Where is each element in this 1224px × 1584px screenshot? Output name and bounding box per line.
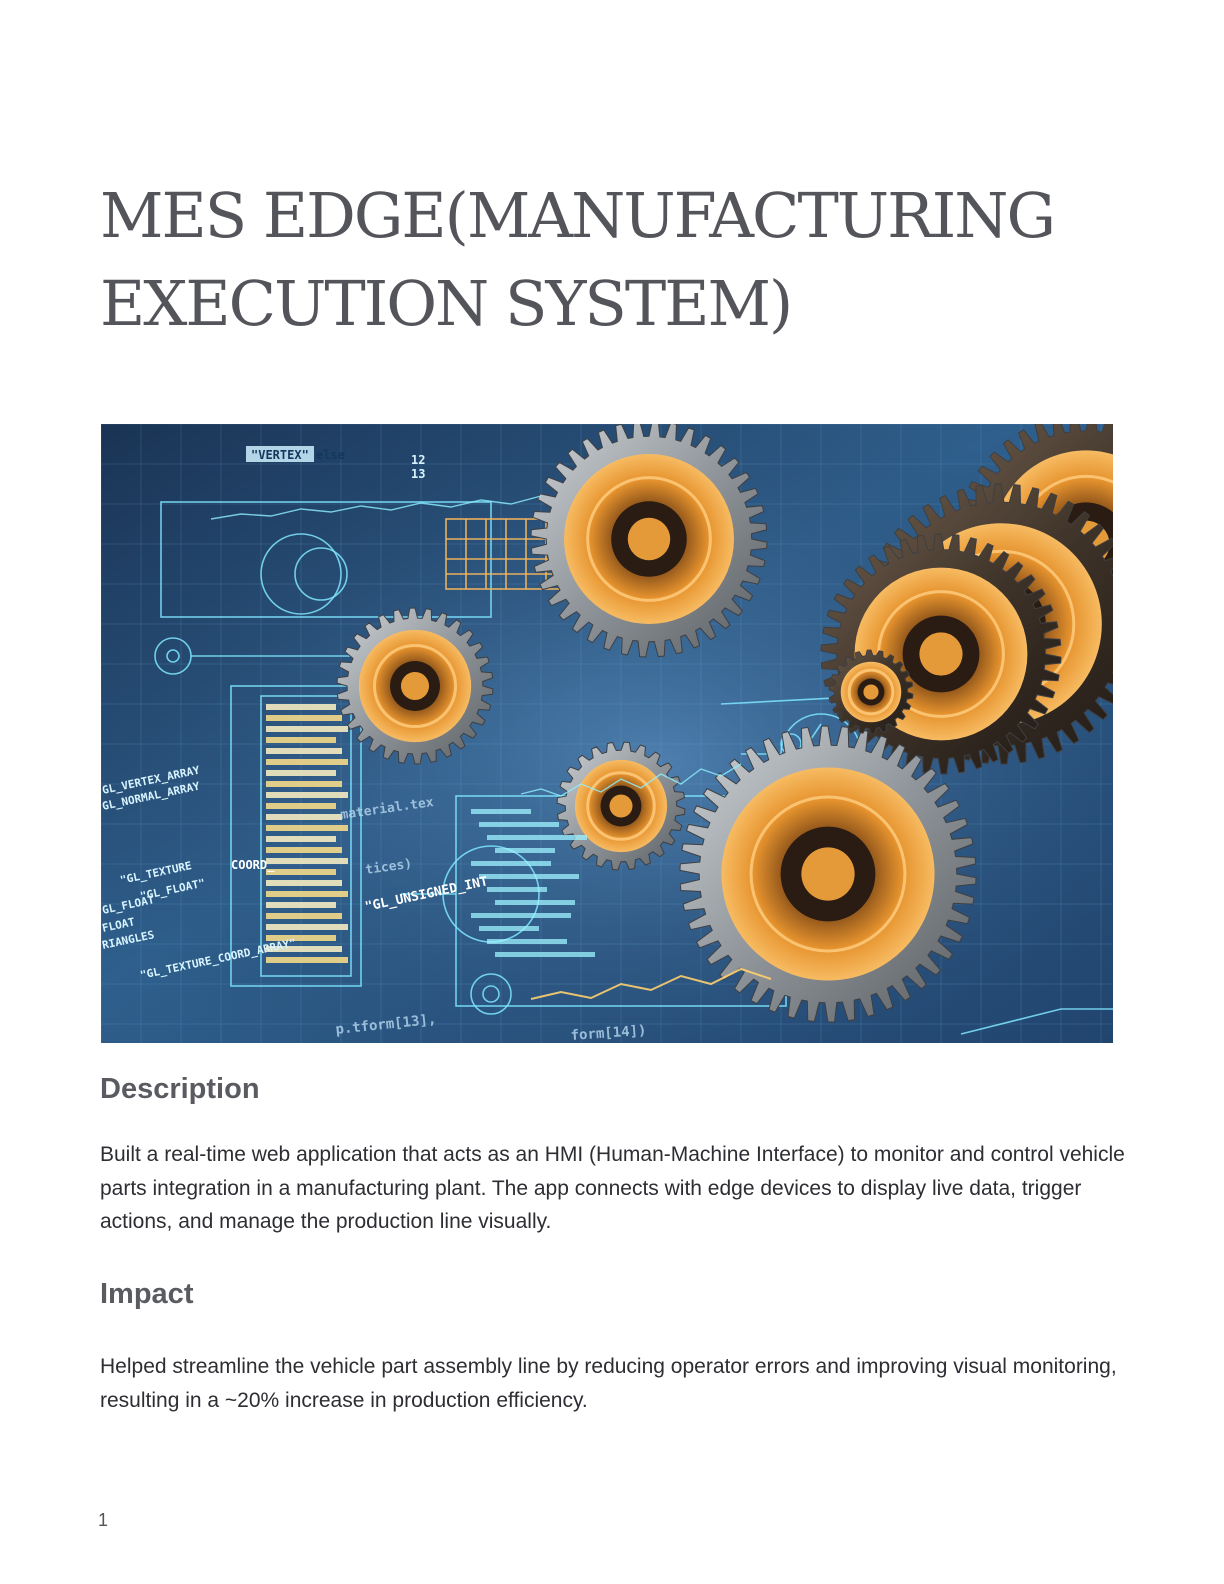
description-heading: Description	[100, 1073, 260, 1105]
hero-image: "VERTEX" else COORD_ "GL_UNSIGNED_INT GL…	[101, 424, 1113, 1043]
document-title: MES EDGE(MANUFACTURING EXECUTION SYSTEM)	[100, 179, 1056, 340]
hud-text-vertex: "VERTEX" else	[251, 448, 345, 462]
impact-heading: Impact	[100, 1278, 194, 1310]
hud-text-12: 12	[411, 453, 425, 467]
description-text: Built a real-time web application that a…	[100, 1143, 1125, 1233]
hud-text-13: 13	[411, 467, 425, 481]
page-number: 1	[98, 1510, 109, 1530]
impact-text: Helped streamline the vehicle part assem…	[100, 1355, 1117, 1412]
hud-text-coord: COORD_	[231, 858, 275, 873]
